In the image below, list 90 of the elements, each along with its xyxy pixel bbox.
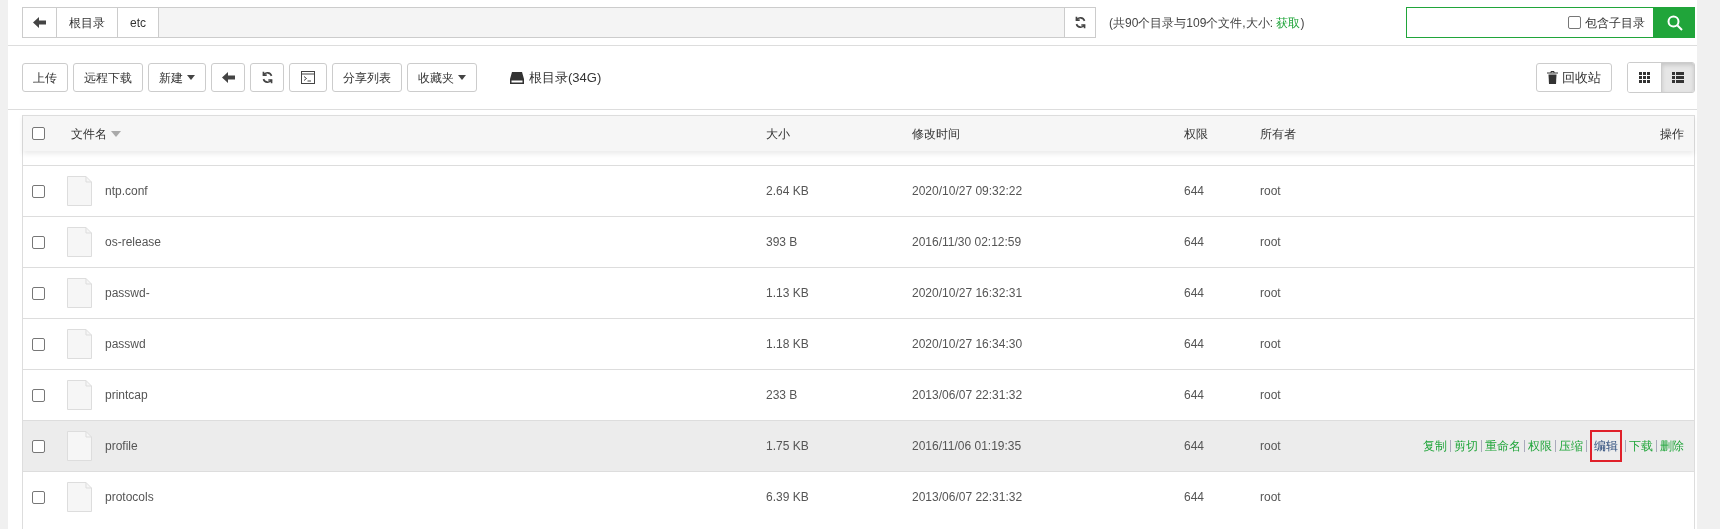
- checkbox[interactable]: [32, 337, 45, 351]
- file-icon: [67, 482, 92, 512]
- file-owner: root: [1260, 439, 1281, 453]
- file-owner: root: [1260, 184, 1281, 198]
- file-size: 2.64 KB: [766, 184, 809, 198]
- file-owner: root: [1260, 337, 1281, 351]
- search-icon: [1666, 14, 1683, 31]
- caret-icon: [187, 75, 195, 80]
- checkbox-label: 包含子目录: [1585, 14, 1645, 32]
- file-name[interactable]: profile: [105, 439, 138, 453]
- search-button[interactable]: [1654, 7, 1695, 38]
- file-owner: root: [1260, 286, 1281, 300]
- file-name[interactable]: passwd: [105, 337, 146, 351]
- file-icon: [67, 431, 92, 461]
- column-header[interactable]: 所有者: [1260, 126, 1296, 141]
- list-view-button[interactable]: [1661, 63, 1694, 92]
- file-icon: [67, 176, 92, 206]
- column-header[interactable]: 权限: [1184, 126, 1208, 141]
- modified-time: 2013/06/07 22:31:32: [912, 388, 1023, 402]
- column-header: 操作: [1660, 126, 1684, 141]
- file-size: 6.39 KB: [766, 490, 809, 504]
- terminal-icon: [301, 71, 315, 84]
- back-button[interactable]: [211, 63, 245, 92]
- file-owner: root: [1260, 388, 1281, 402]
- file-name[interactable]: ntp.conf: [105, 184, 148, 198]
- file-size: 1.18 KB: [766, 337, 809, 351]
- grid-icon: [1639, 72, 1650, 83]
- file-name[interactable]: passwd-: [105, 286, 150, 300]
- modified-time: 2020/10/27 09:32:22: [912, 184, 1023, 198]
- dropdown-button[interactable]: 新建: [148, 63, 206, 92]
- breadcrumb-item[interactable]: etc: [118, 8, 159, 37]
- checkbox[interactable]: [32, 439, 45, 453]
- list-icon: [1672, 72, 1684, 83]
- file-permission: 644: [1184, 235, 1205, 249]
- dropdown-button[interactable]: 收藏夹: [407, 63, 477, 92]
- file-icon: [67, 278, 92, 308]
- checkbox[interactable]: [32, 235, 45, 249]
- toolbar-button[interactable]: 上传: [22, 63, 68, 92]
- file-name[interactable]: protocols: [105, 490, 154, 504]
- refresh-icon: [260, 71, 274, 84]
- recycle-bin-button[interactable]: 回收站: [1536, 63, 1612, 92]
- file-owner: root: [1260, 235, 1281, 249]
- file-row[interactable]: profile 1.75 KB 2016/11/06 01:19:35 644 root 复制 剪切 重命名 权限 压缩 编辑 下载 删除: [23, 420, 1694, 471]
- file-permission: 644: [1184, 184, 1205, 198]
- file-size: 233 B: [766, 388, 798, 402]
- column-header[interactable]: 修改时间: [912, 126, 960, 141]
- file-permission: 644: [1184, 388, 1205, 402]
- file-size: 1.75 KB: [766, 439, 809, 453]
- row-action-link[interactable]: 编辑: [1590, 430, 1622, 462]
- file-permission: 644: [1184, 439, 1205, 453]
- toolbar-button[interactable]: 远程下载: [73, 63, 143, 92]
- terminal-button[interactable]: [289, 63, 327, 92]
- file-size: 1.13 KB: [766, 286, 809, 300]
- modified-time: 2016/11/06 01:19:35: [912, 439, 1022, 453]
- back-arrow-icon: [33, 17, 46, 28]
- sort-caret-icon: [111, 130, 121, 137]
- trash-icon: [1547, 71, 1558, 84]
- breadcrumb-item[interactable]: 根目录: [57, 8, 118, 37]
- column-header[interactable]: 大小: [766, 126, 790, 141]
- caret-icon: [458, 75, 466, 80]
- file-name[interactable]: os-release: [105, 235, 162, 249]
- checkbox[interactable]: [1568, 16, 1581, 29]
- modified-time: 2016/11/30 02:12:59: [912, 235, 1022, 249]
- disk-label: 根目录(34G): [529, 68, 602, 87]
- file-icon: [67, 227, 92, 257]
- modified-time: 2020/10/27 16:32:31: [912, 286, 1023, 300]
- back-button[interactable]: [23, 8, 57, 37]
- checkbox[interactable]: [32, 388, 45, 402]
- checkbox[interactable]: [32, 127, 45, 140]
- checkbox[interactable]: [32, 490, 45, 504]
- column-header[interactable]: 文件名: [71, 124, 107, 143]
- file-name[interactable]: printcap: [105, 388, 148, 402]
- refresh-icon: [1073, 16, 1087, 29]
- file-size: 393 B: [766, 235, 798, 249]
- file-permission: 644: [1184, 490, 1205, 504]
- file-icon: [67, 329, 92, 359]
- checkbox[interactable]: [32, 286, 45, 300]
- refresh-button[interactable]: [1064, 8, 1095, 37]
- checkbox[interactable]: [32, 184, 45, 198]
- search-field[interactable]: 包含子目录: [1406, 7, 1654, 38]
- file-icon: [67, 380, 92, 410]
- modified-time: 2020/10/27 16:34:30: [912, 337, 1023, 351]
- file-permission: 644: [1184, 337, 1205, 351]
- toolbar-button[interactable]: 分享列表: [332, 63, 402, 92]
- modified-time: 2013/06/07 22:31:32: [912, 490, 1023, 504]
- directory-summary: (共90个目录与109个文件,大小: 获取): [1109, 14, 1305, 32]
- back-arrow-icon: [221, 72, 235, 83]
- file-permission: 644: [1184, 286, 1205, 300]
- refresh-button[interactable]: [250, 63, 284, 92]
- file-owner: root: [1260, 490, 1281, 504]
